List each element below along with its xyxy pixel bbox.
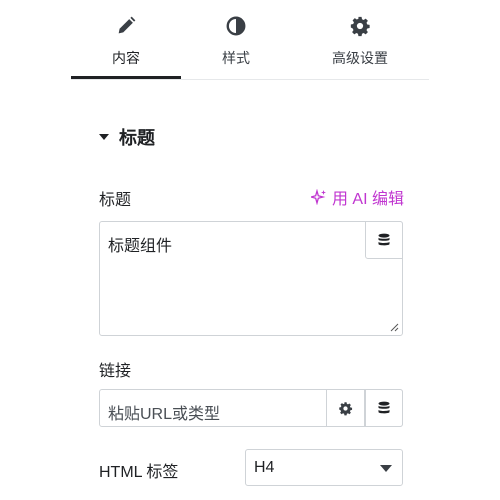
database-icon — [378, 401, 390, 414]
gear-icon — [350, 16, 370, 37]
html-tag-select[interactable]: H4 — [245, 449, 403, 486]
chevron-down-icon — [380, 465, 392, 472]
panel-tabs: 内容 样式 高级设置 — [71, 0, 429, 80]
tab-advanced[interactable]: 高级设置 — [291, 0, 429, 80]
tab-style-label: 样式 — [222, 50, 250, 66]
title-textarea-value: 标题组件 — [108, 238, 173, 255]
section-toggle[interactable]: 标题 — [99, 124, 155, 150]
title-textarea[interactable]: 标题组件 — [99, 221, 403, 336]
gear-icon — [339, 401, 353, 415]
caret-down-icon — [99, 134, 109, 140]
tab-style[interactable]: 样式 — [181, 0, 291, 80]
database-icon — [378, 233, 390, 246]
link-dynamic-tags-button[interactable] — [365, 389, 403, 427]
title-dynamic-tags-button[interactable] — [365, 221, 403, 259]
link-input-placeholder: 粘贴URL或类型 — [108, 406, 221, 423]
link-input[interactable]: 粘贴URL或类型 — [99, 389, 403, 427]
pencil-icon — [118, 16, 136, 34]
tab-advanced-label: 高级设置 — [332, 50, 388, 66]
html-tag-selected-value: H4 — [254, 459, 275, 476]
link-field-label: 链接 — [99, 363, 132, 380]
edit-with-ai-link[interactable]: 用 AI 编辑 — [310, 185, 404, 209]
half-circle-icon — [226, 16, 246, 36]
active-tab-indicator — [71, 76, 181, 79]
tab-content-label: 内容 — [112, 50, 140, 66]
title-field-label: 标题 — [99, 192, 132, 209]
html-tag-label: HTML 标签 — [99, 464, 179, 481]
link-options-button[interactable] — [326, 389, 365, 427]
sparkle-icon — [310, 189, 326, 205]
edit-with-ai-label: 用 AI 编辑 — [331, 191, 404, 208]
tab-content[interactable]: 内容 — [71, 0, 181, 80]
resize-handle[interactable] — [389, 322, 399, 332]
section-title: 标题 — [119, 128, 155, 148]
